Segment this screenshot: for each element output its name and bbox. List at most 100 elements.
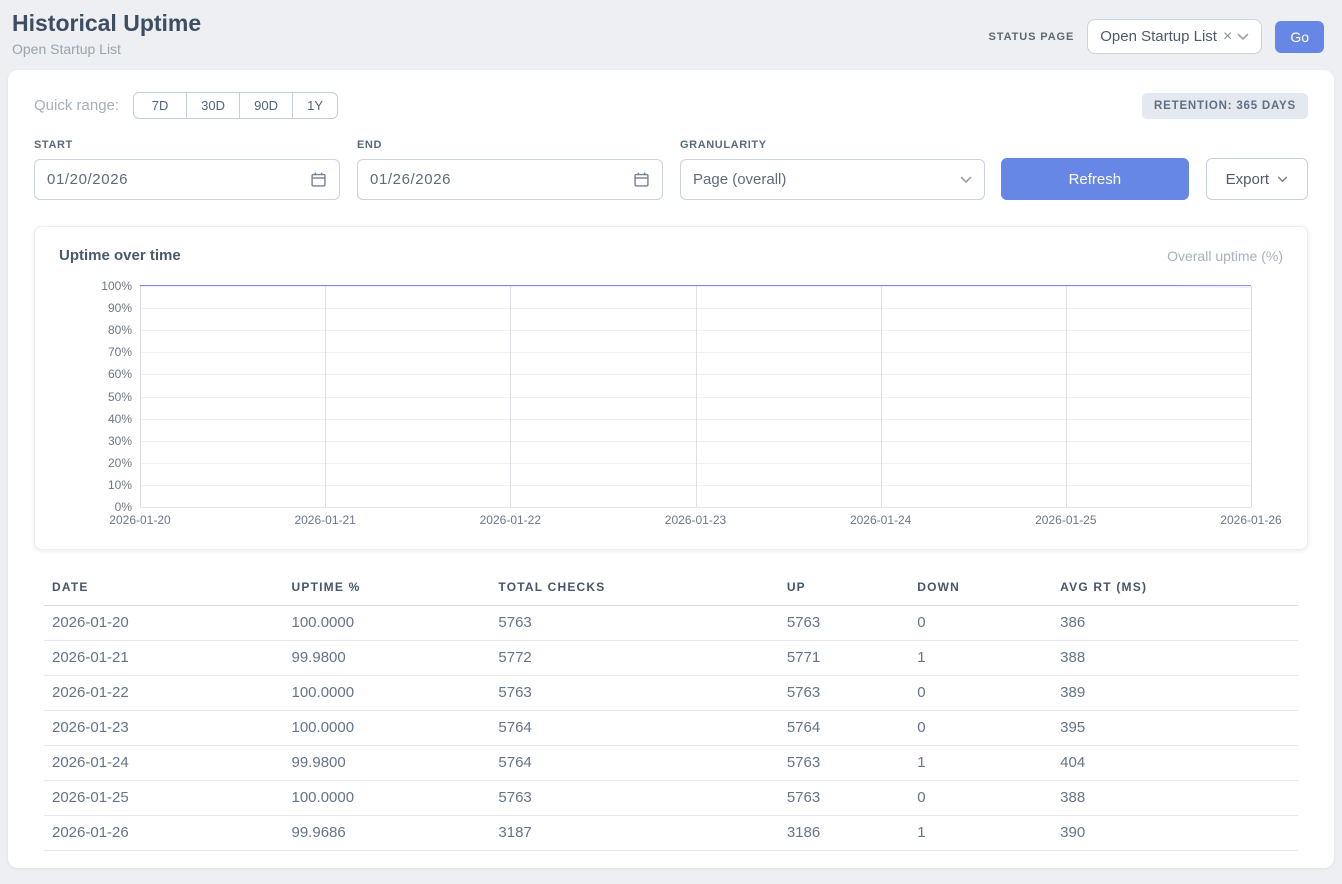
status-page-label: STATUS PAGE — [989, 31, 1075, 43]
table-cell: 390 — [1052, 816, 1298, 851]
page-title: Historical Uptime — [12, 10, 201, 38]
chart-legend: Overall uptime (%) — [1167, 248, 1283, 264]
page-subtitle: Open Startup List — [12, 41, 201, 57]
table-cell: 2026-01-26 — [44, 816, 284, 851]
v-gridline — [1251, 286, 1252, 507]
table-row: 2026-01-25100.0000576357630388 — [44, 781, 1298, 816]
table-cell: 1 — [909, 816, 1052, 851]
table-row: 2026-01-22100.0000576357630389 — [44, 676, 1298, 711]
y-tick-label: 70% — [108, 345, 132, 359]
quick-range-1y[interactable]: 1Y — [292, 92, 338, 119]
table-cell: 100.0000 — [284, 606, 491, 641]
start-date-value: 01/20/2026 — [47, 171, 128, 188]
table-cell: 2026-01-24 — [44, 746, 284, 781]
x-tick-label: 2026-01-25 — [1035, 513, 1096, 527]
table-cell: 5764 — [779, 711, 909, 746]
quick-range-label: Quick range: — [34, 97, 119, 114]
end-date-value: 01/26/2026 — [370, 171, 451, 188]
granularity-field-group: GRANULARITY Page (overall) — [680, 139, 985, 200]
chart-title: Uptime over time — [59, 247, 181, 264]
y-tick-label: 90% — [108, 301, 132, 315]
table-cell: 3187 — [490, 816, 778, 851]
v-gridline — [881, 286, 882, 507]
chevron-down-icon — [960, 176, 972, 184]
table-cell: 388 — [1052, 781, 1298, 816]
table-column-header: DOWN — [909, 574, 1052, 606]
chart-y-axis: 0%10%20%30%40%50%60%70%80%90%100% — [94, 286, 132, 507]
table-row: 2026-01-20100.0000576357630386 — [44, 606, 1298, 641]
table-cell: 5763 — [779, 676, 909, 711]
table-cell: 386 — [1052, 606, 1298, 641]
table-cell: 100.0000 — [284, 711, 491, 746]
go-button[interactable]: Go — [1275, 21, 1324, 53]
table-cell: 3186 — [779, 816, 909, 851]
chevron-down-icon — [1237, 33, 1249, 41]
status-page-select[interactable]: Open Startup List × — [1087, 19, 1262, 54]
table-column-header: UP — [779, 574, 909, 606]
uptime-table-body: 2026-01-20100.00005763576303862026-01-21… — [44, 606, 1298, 851]
quick-range-30d[interactable]: 30D — [186, 92, 240, 119]
table-cell: 5763 — [779, 606, 909, 641]
end-date-label: END — [357, 139, 663, 151]
table-cell: 5764 — [490, 746, 778, 781]
table-cell: 2026-01-21 — [44, 641, 284, 676]
retention-badge: RETENTION: 365 DAYS — [1142, 93, 1308, 119]
table-cell: 99.9686 — [284, 816, 491, 851]
calendar-icon[interactable] — [310, 171, 327, 188]
calendar-icon[interactable] — [633, 171, 650, 188]
v-gridline — [1066, 286, 1067, 507]
table-cell: 0 — [909, 781, 1052, 816]
table-cell: 1 — [909, 641, 1052, 676]
table-cell: 0 — [909, 711, 1052, 746]
granularity-label: GRANULARITY — [680, 139, 985, 151]
start-date-input[interactable]: 01/20/2026 — [34, 159, 340, 200]
table-cell: 395 — [1052, 711, 1298, 746]
table-cell: 5763 — [490, 606, 778, 641]
table-cell: 5763 — [490, 781, 778, 816]
v-gridline — [696, 286, 697, 507]
chart-plot: 0%10%20%30%40%50%60%70%80%90%100% — [140, 286, 1251, 507]
table-cell: 99.9800 — [284, 746, 491, 781]
chart-header: Uptime over time Overall uptime (%) — [59, 247, 1283, 264]
y-tick-label: 80% — [108, 323, 132, 337]
quick-range-90d[interactable]: 90D — [239, 92, 293, 119]
header-titles: Historical Uptime Open Startup List — [12, 10, 201, 57]
export-button-label: Export — [1226, 171, 1269, 188]
v-gridline — [140, 286, 141, 507]
y-tick-label: 20% — [108, 456, 132, 470]
refresh-button[interactable]: Refresh — [1001, 158, 1189, 200]
x-tick-label: 2026-01-22 — [480, 513, 541, 527]
quick-range-group: 7D30D90D1Y — [133, 92, 338, 119]
v-gridline — [325, 286, 326, 507]
v-gridline — [510, 286, 511, 507]
table-column-header: TOTAL CHECKS — [490, 574, 778, 606]
y-tick-label: 0% — [115, 500, 132, 514]
h-gridline — [140, 507, 1251, 508]
table-cell: 5771 — [779, 641, 909, 676]
table-cell: 99.9800 — [284, 641, 491, 676]
x-tick-label: 2026-01-20 — [109, 513, 170, 527]
table-cell: 0 — [909, 676, 1052, 711]
y-tick-label: 100% — [101, 279, 132, 293]
end-date-input[interactable]: 01/26/2026 — [357, 159, 663, 200]
end-date-field-group: END 01/26/2026 — [357, 139, 663, 200]
table-cell: 100.0000 — [284, 781, 491, 816]
quick-range-row: Quick range: 7D30D90D1Y RETENTION: 365 D… — [34, 92, 1308, 119]
quick-range-7d[interactable]: 7D — [133, 92, 187, 119]
y-tick-label: 50% — [108, 390, 132, 404]
table-cell: 2026-01-23 — [44, 711, 284, 746]
page-header: Historical Uptime Open Startup List STAT… — [0, 0, 1342, 70]
table-cell: 404 — [1052, 746, 1298, 781]
table-row: 2026-01-23100.0000576457640395 — [44, 711, 1298, 746]
table-cell: 5763 — [779, 781, 909, 816]
y-tick-label: 10% — [108, 478, 132, 492]
table-cell: 5764 — [490, 711, 778, 746]
chevron-down-icon — [1277, 176, 1288, 183]
table-cell: 0 — [909, 606, 1052, 641]
filters-row: START 01/20/2026 END 01/26/2026 — [34, 139, 1308, 200]
granularity-selected-value: Page (overall) — [693, 171, 786, 188]
x-tick-label: 2026-01-23 — [665, 513, 726, 527]
granularity-select[interactable]: Page (overall) — [680, 159, 985, 200]
clear-selection-icon[interactable]: × — [1223, 29, 1232, 45]
export-button[interactable]: Export — [1206, 158, 1308, 200]
